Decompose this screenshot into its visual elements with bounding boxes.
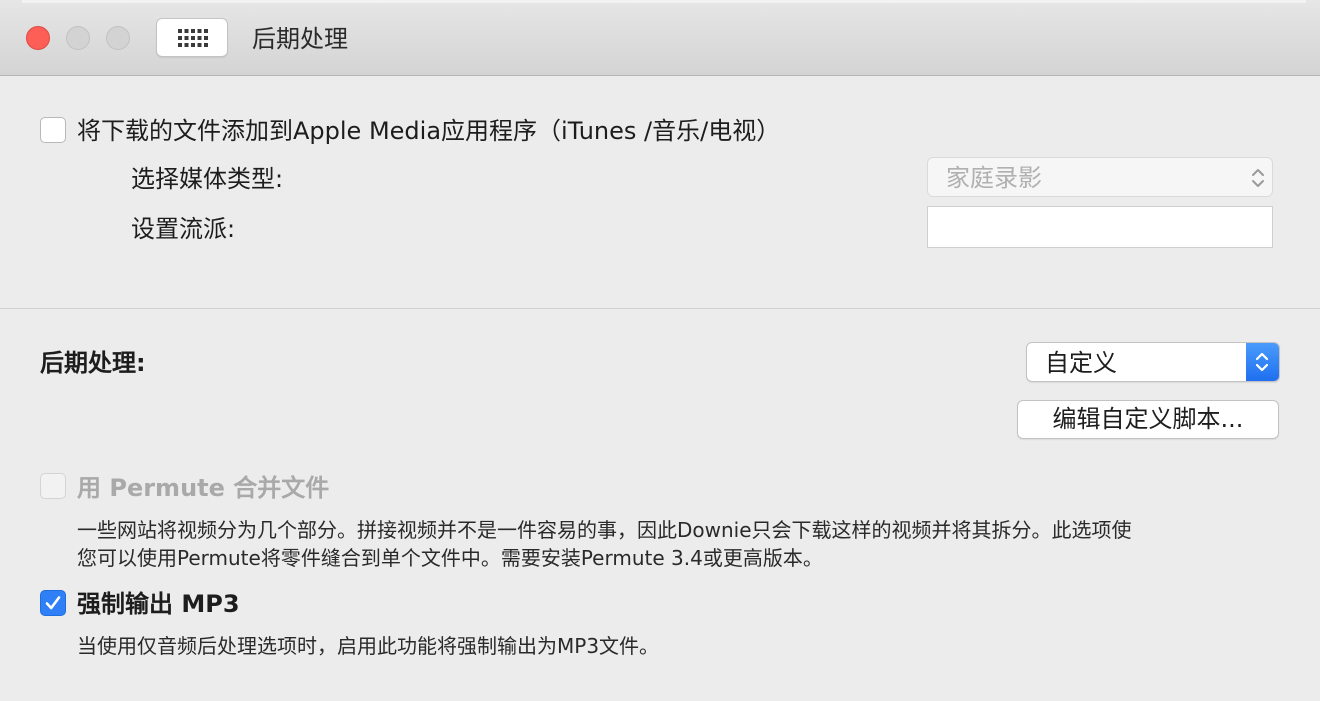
section-divider xyxy=(0,308,1320,309)
zoom-window-button[interactable] xyxy=(106,26,130,50)
edit-custom-script-button[interactable]: 编辑自定义脚本... xyxy=(1017,400,1279,439)
permute-description-line1: 一些网站将视频分为几个部分。拼接视频并不是一件容易的事，因此Downie只会下载… xyxy=(77,518,1132,542)
title-bar-highlight xyxy=(22,0,1306,3)
force-mp3-label: 强制输出 MP3 xyxy=(77,590,240,618)
preferences-window: 后期处理 将下载的文件添加到Apple Media应用程序（iTunes /音乐… xyxy=(0,0,1320,701)
force-mp3-description: 当使用仅音频后处理选项时，启用此功能将强制输出为MP3文件。 xyxy=(77,634,660,658)
add-to-apple-media-label: 将下载的文件添加到Apple Media应用程序（iTunes /音乐/电视） xyxy=(77,117,781,145)
media-type-select[interactable]: 家庭录影 xyxy=(927,157,1273,197)
genre-input[interactable] xyxy=(927,206,1273,248)
add-to-apple-media-checkbox[interactable] xyxy=(40,117,66,143)
chevron-up-down-icon xyxy=(1255,352,1269,372)
chevron-up-down-icon xyxy=(1252,169,1264,187)
grid-icon xyxy=(178,29,208,47)
merge-with-permute-label: 用 Permute 合并文件 xyxy=(77,474,330,502)
genre-label: 设置流派: xyxy=(131,215,236,243)
show-all-preferences-button[interactable] xyxy=(156,18,228,57)
permute-description-line2: 您可以使用Permute将零件缝合到单个文件中。需要安装Permute 3.4或… xyxy=(77,546,823,570)
post-processing-value: 自定义 xyxy=(1045,349,1117,377)
close-window-button[interactable] xyxy=(26,26,50,50)
media-type-value: 家庭录影 xyxy=(946,164,1042,192)
popup-arrows xyxy=(1246,343,1279,381)
window-title: 后期处理 xyxy=(252,25,348,53)
minimize-window-button[interactable] xyxy=(66,26,90,50)
post-processing-select[interactable]: 自定义 xyxy=(1026,342,1280,382)
force-mp3-checkbox[interactable] xyxy=(40,590,66,616)
checkmark-icon xyxy=(45,596,61,610)
merge-with-permute-checkbox[interactable] xyxy=(40,473,66,499)
post-processing-label: 后期处理: xyxy=(40,349,146,377)
media-type-label: 选择媒体类型: xyxy=(131,165,284,193)
title-bar: 后期处理 xyxy=(0,0,1320,76)
